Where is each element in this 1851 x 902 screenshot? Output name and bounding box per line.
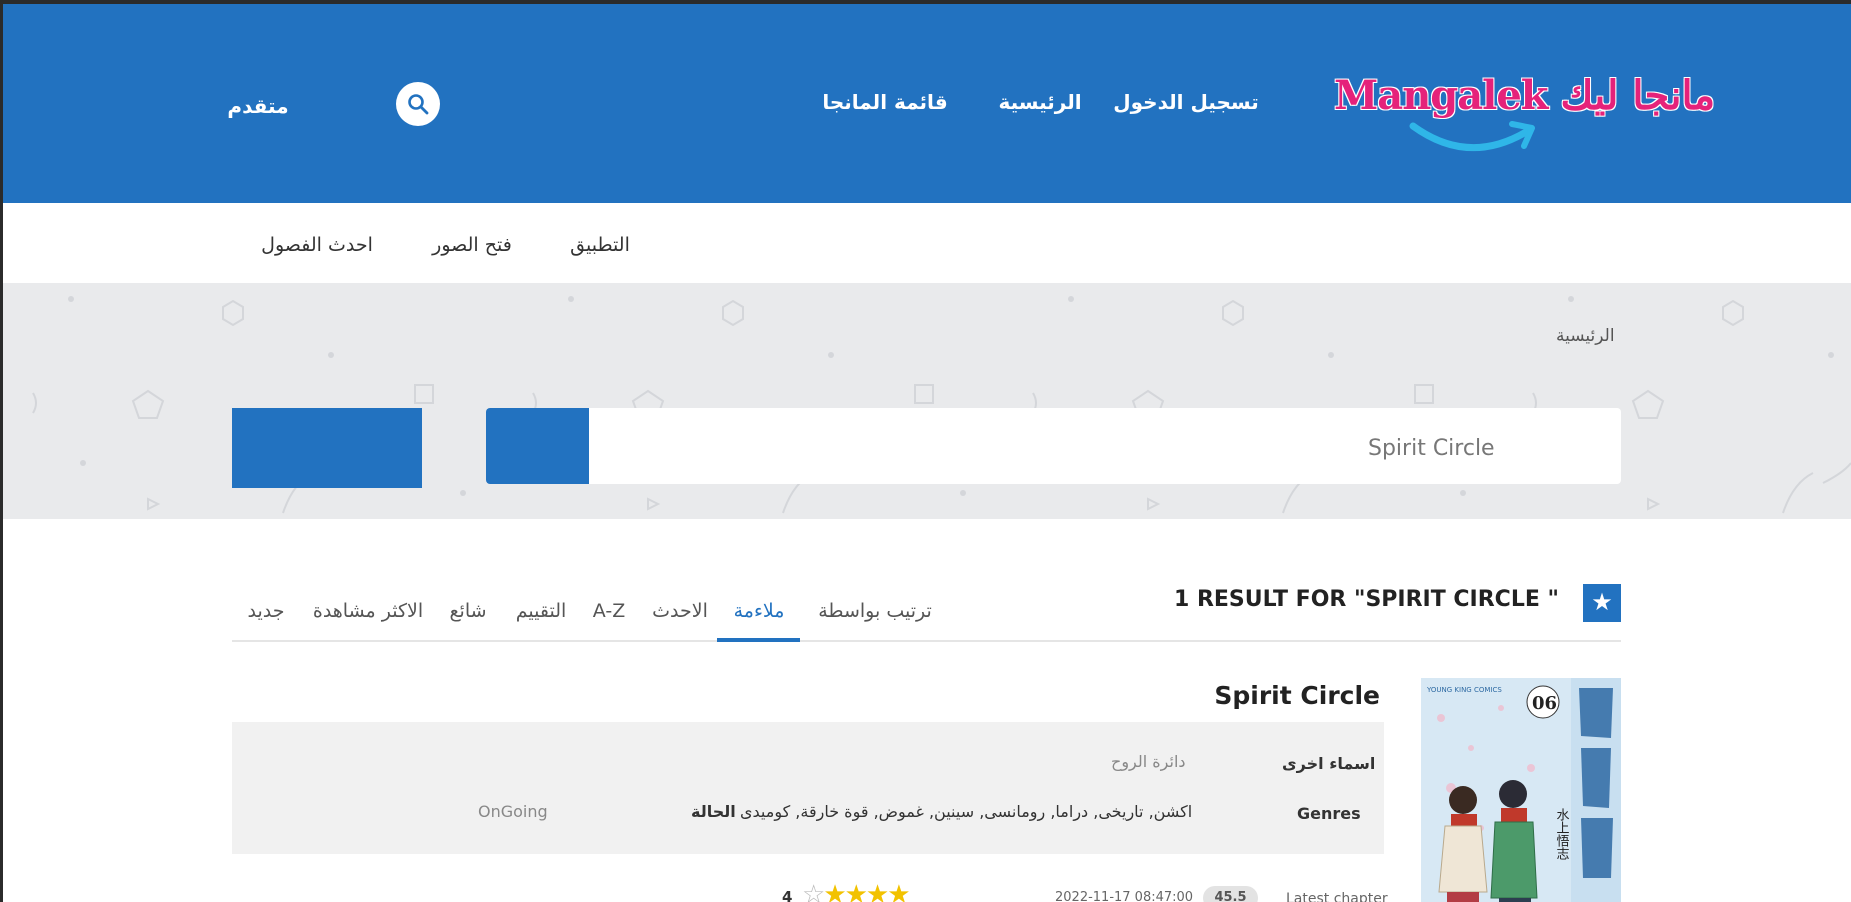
tab-most-viewed[interactable]: الاكثر مشاهدة	[313, 600, 423, 622]
tab-a-z[interactable]: A-Z	[593, 600, 625, 622]
genres-value: اكشن, تاريخى, دراما, رومانسى, سينين, غمو…	[740, 802, 1193, 821]
manga-info-panel	[232, 722, 1384, 854]
nav-advanced[interactable]: متقدم	[227, 94, 288, 118]
other-names-label: اسماء اخرى	[1282, 754, 1376, 773]
other-names-value: دائرة الروح	[1111, 752, 1186, 771]
svg-text:水上悟志: 水上悟志	[1554, 808, 1570, 860]
rating-value: 4	[782, 888, 793, 902]
active-tab-indicator	[717, 638, 800, 642]
tabs-divider	[232, 640, 1621, 642]
search-submit-button[interactable]	[486, 408, 589, 484]
chapter-date: 2022-11-17 08:47:00	[1055, 890, 1194, 902]
genres-label: Genres	[1297, 804, 1361, 823]
breadcrumb-home[interactable]: الرئيسية	[1556, 326, 1615, 346]
nav-login[interactable]: تسجيل الدخول	[1113, 90, 1258, 114]
logo-text: Mangalek مانجا ليك	[1334, 72, 1716, 119]
search-icon	[408, 94, 429, 115]
latest-chapter-label: Latest chapter	[1286, 891, 1388, 902]
nav-manga-list[interactable]: قائمة المانجا	[822, 90, 947, 114]
latest-chapter-badge[interactable]: 45.5	[1203, 886, 1258, 902]
subnav-app[interactable]: التطبيق	[570, 234, 630, 256]
status-label: الحالة	[691, 802, 736, 821]
nav-home[interactable]: الرئيسية	[998, 90, 1081, 114]
site-logo[interactable]: Mangalek مانجا ليك	[1328, 64, 1716, 164]
manga-title[interactable]: Spirit Circle	[1214, 681, 1380, 710]
manga-cover-image[interactable]: YOUNG KING COMICS 06 水上悟志	[1421, 678, 1621, 902]
results-title: 1 RESULT FOR "SPIRIT CIRCLE "	[1173, 587, 1559, 612]
svg-text:06: 06	[1532, 693, 1557, 714]
results-star-badge: ★	[1583, 584, 1621, 622]
tab-new[interactable]: جديد	[248, 600, 285, 622]
star-icon: ★	[1591, 588, 1613, 616]
advanced-search-button[interactable]	[232, 408, 422, 488]
star-empty-icon: ☆	[802, 880, 825, 902]
logo-arrow-icon	[1409, 121, 1535, 151]
tab-latest[interactable]: الاحدث	[652, 600, 708, 622]
svg-text:YOUNG KING COMICS: YOUNG KING COMICS	[1426, 686, 1502, 694]
star-filled-icons: ★★★★	[823, 880, 910, 902]
tab-rating[interactable]: التقييم	[516, 600, 567, 622]
subnav-latest-chapters[interactable]: احدث الفصول	[261, 234, 373, 256]
tab-popular[interactable]: شائع	[449, 600, 486, 622]
subnav-open-images[interactable]: فتح الصور	[432, 234, 512, 256]
sort-by-label: ترتيب بواسطة	[818, 600, 932, 622]
search-button[interactable]	[396, 82, 440, 126]
rating-stars: ☆★★★★	[802, 880, 911, 902]
page: Mangalek مانجا ليك تسجيل الدخول الرئيسية…	[3, 4, 1851, 902]
status-value: OnGoing	[478, 802, 548, 821]
search-input-value: Spirit Circle	[1368, 436, 1495, 461]
tab-relevance[interactable]: ملاءمة	[734, 600, 785, 622]
